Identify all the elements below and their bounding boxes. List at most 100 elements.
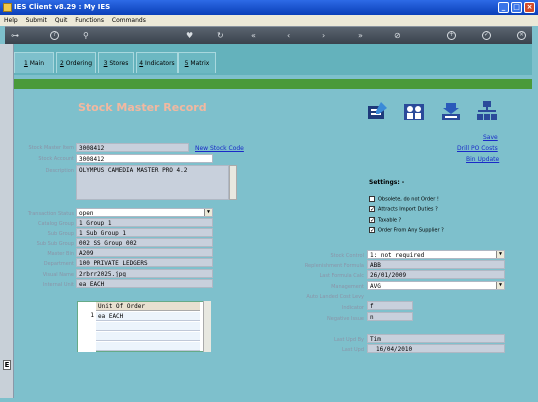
catalog-group-field[interactable]: 1 Group 1	[76, 218, 213, 227]
sub-group-field[interactable]: 1 Sub Group 1	[76, 228, 213, 237]
row-cell[interactable]	[96, 332, 200, 341]
last-upd-field[interactable]: 16/04/2010	[367, 344, 505, 353]
table-row[interactable]	[78, 342, 200, 352]
menu-help[interactable]: Help	[4, 17, 18, 24]
title-bar: IES Client v8.29 : My IES _ □ ×	[0, 0, 538, 15]
catalog-group-label: Catalog Group	[37, 221, 74, 227]
clear-icon[interactable]: ⊘	[394, 31, 401, 40]
key-icon[interactable]: ⊶	[11, 31, 19, 40]
tab-number: 3	[103, 60, 108, 67]
sub-group-label: Sub Group	[47, 231, 74, 237]
row-number	[78, 332, 96, 342]
checkbox-label: Attracts Import Duties ?	[378, 206, 438, 213]
table-row[interactable]: 1 ea EACH	[78, 312, 200, 322]
transaction-status-value: open	[79, 210, 94, 217]
last-upd-by-field[interactable]: Tim	[367, 334, 505, 343]
replenishment-formula-field[interactable]: ABB	[367, 260, 505, 269]
taxable-checkbox[interactable]: ✓ Taxable ?	[369, 217, 401, 224]
department-label: Department	[43, 261, 74, 267]
add-icon[interactable]: +	[447, 31, 456, 40]
description-field[interactable]: OLYMPUS CAMEDIA MASTER PRO 4.2	[76, 165, 229, 200]
obsolete-checkbox[interactable]: Obsolete, do not Order !	[369, 196, 439, 203]
management-value: AVG	[370, 283, 381, 290]
row-cell[interactable]: ea EACH	[96, 312, 200, 321]
menu-submit[interactable]: Submit	[26, 17, 47, 24]
close-button[interactable]: ×	[524, 2, 535, 13]
chevron-down-icon[interactable]: ▼	[496, 282, 504, 289]
check-icon[interactable]: ✓	[369, 206, 375, 213]
search-icon[interactable]: ⚲	[83, 31, 89, 40]
management-label: Management	[331, 284, 364, 290]
check-icon[interactable]: ✓	[369, 217, 375, 224]
indicator-label: Indicator	[341, 305, 364, 311]
master-bin-field[interactable]: A209	[76, 248, 213, 257]
stock-account-field[interactable]: 3008412	[76, 154, 213, 163]
department-field[interactable]: 100 PRIVATE LEDGERS	[76, 258, 213, 267]
tab-matrix[interactable]: 5 Matrix	[178, 52, 216, 73]
tab-label: Main	[29, 60, 45, 67]
row-cell[interactable]	[96, 322, 200, 331]
checkbox-box[interactable]	[369, 196, 375, 202]
favorite-icon[interactable]: ♥	[186, 31, 193, 40]
chevron-down-icon[interactable]: ▼	[496, 251, 504, 258]
chevron-down-icon[interactable]: ▼	[204, 209, 212, 216]
check-icon[interactable]: ✓	[369, 227, 375, 234]
confirm-icon[interactable]: ✓	[482, 31, 491, 40]
stock-control-value: 1: not required	[370, 252, 425, 259]
next-icon[interactable]: ›	[322, 31, 325, 40]
last-icon[interactable]: »	[358, 31, 363, 40]
tab-ordering[interactable]: 2 Ordering	[56, 52, 96, 73]
tab-stores[interactable]: 3 Stores	[98, 52, 134, 73]
menu-functions[interactable]: Functions	[75, 17, 104, 24]
help-icon[interactable]: ?	[50, 31, 59, 40]
status-bar	[14, 79, 532, 89]
sidebar-icon[interactable]: E	[3, 360, 11, 370]
stock-control-label: Stock Control	[330, 253, 364, 259]
stock-master-item-field[interactable]: 3008412	[76, 143, 189, 152]
tab-indicators[interactable]: 4 Indicators	[136, 52, 178, 73]
tab-number: 1	[23, 60, 28, 67]
description-scrollbar[interactable]	[229, 165, 237, 200]
toolbar: ⊶ ? ⚲ ♥ ↻ « ‹ › » ⊘ + ✓ ×	[5, 26, 532, 44]
grid-scrollbar[interactable]	[203, 301, 211, 352]
users-icon[interactable]	[403, 100, 425, 122]
tab-main[interactable]: 1 Main	[14, 52, 54, 73]
negative-issue-field[interactable]: n	[367, 312, 413, 321]
bin-update-link[interactable]: Bin Update	[466, 156, 499, 163]
sub-sub-group-field[interactable]: 002 SS Group 002	[76, 238, 213, 247]
internal-unit-field[interactable]: ea EACH	[76, 279, 213, 288]
last-upd-label: Last Upd	[341, 347, 364, 353]
maximize-button[interactable]: □	[511, 2, 522, 13]
previous-icon[interactable]: ‹	[287, 31, 290, 40]
checkbox-label: Order From Any Supplier ?	[378, 227, 444, 234]
management-select[interactable]: AVG ▼	[367, 281, 505, 290]
stock-control-select[interactable]: 1: not required ▼	[367, 250, 505, 259]
row-cell[interactable]	[96, 342, 200, 351]
table-row[interactable]	[78, 322, 200, 332]
transaction-status-select[interactable]: open ▼	[76, 208, 213, 217]
transaction-status-label: Transaction Status	[27, 211, 74, 217]
edit-icon[interactable]	[366, 100, 388, 122]
new-stock-code-link[interactable]: New Stock Code	[195, 145, 244, 152]
minimize-button[interactable]: _	[498, 2, 509, 13]
drill-po-costs-link[interactable]: Drill PO Costs	[457, 145, 498, 152]
stock-master-item-label: Stock Master Item	[28, 145, 74, 151]
last-formula-calc-field[interactable]: 26/01/2009	[367, 270, 505, 279]
internal-unit-label: Internal Unit	[42, 282, 74, 288]
any-supplier-checkbox[interactable]: ✓ Order From Any Supplier ?	[369, 227, 444, 234]
save-link[interactable]: Save	[483, 134, 498, 141]
download-icon[interactable]	[440, 100, 462, 122]
sub-sub-group-label: Sub Sub Group	[36, 241, 74, 247]
stock-account-label: Stock Account	[38, 156, 74, 162]
menu-commands[interactable]: Commands	[112, 17, 146, 24]
table-row[interactable]	[78, 332, 200, 342]
refresh-icon[interactable]: ↻	[217, 31, 224, 40]
cancel-icon[interactable]: ×	[517, 31, 526, 40]
hierarchy-icon[interactable]	[476, 100, 498, 122]
indicator-field[interactable]: f	[367, 301, 413, 310]
import-duties-checkbox[interactable]: ✓ Attracts Import Duties ?	[369, 206, 438, 213]
first-icon[interactable]: «	[251, 31, 256, 40]
auto-landed-cost-levy-field[interactable]	[367, 291, 413, 300]
visual-name-field[interactable]: 2rbrr2025.jpg	[76, 269, 213, 278]
menu-quit[interactable]: Quit	[55, 17, 68, 24]
